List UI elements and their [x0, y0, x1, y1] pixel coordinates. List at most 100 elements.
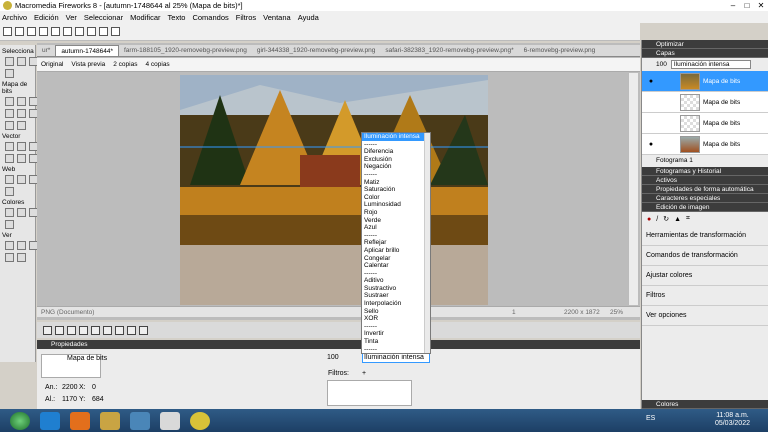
image-edit-item[interactable]: Filtros: [642, 286, 768, 306]
subselect-tool-icon[interactable]: [17, 57, 26, 66]
crop-tool-icon[interactable]: [5, 69, 14, 78]
height-field[interactable]: 1170: [62, 396, 77, 403]
document-tab[interactable]: farm-188105_1920-removebg-preview.png: [119, 45, 252, 56]
menu-item-0[interactable]: Archivo: [2, 13, 27, 22]
document-tab[interactable]: safari-382383_1920-removebg-preview.png*: [380, 45, 518, 56]
menu-item-9[interactable]: Ayuda: [298, 13, 319, 22]
menu-item-5[interactable]: Texto: [168, 13, 186, 22]
close-button[interactable]: ✕: [754, 0, 768, 11]
blend-option[interactable]: Aditivo: [362, 277, 430, 285]
copy-icon[interactable]: [99, 27, 108, 36]
marquee-tool-icon[interactable]: [5, 97, 14, 106]
props-opacity-input[interactable]: 100: [327, 354, 339, 361]
brush-icon[interactable]: /: [656, 216, 658, 223]
menu-item-7[interactable]: Filtros: [236, 13, 256, 22]
print-icon[interactable]: [51, 27, 60, 36]
pointer-tool-icon[interactable]: [5, 57, 14, 66]
blend-option[interactable]: XOR: [362, 315, 430, 323]
zoom-level[interactable]: 25%: [610, 309, 623, 316]
minimize-button[interactable]: –: [726, 0, 740, 11]
document-canvas[interactable]: [180, 75, 488, 305]
canvas-vertical-scrollbar[interactable]: [628, 73, 638, 305]
blend-option[interactable]: ------: [362, 346, 430, 353]
blend-option[interactable]: Negación: [362, 163, 430, 171]
layer-row[interactable]: ● Mapa de bits: [642, 71, 768, 92]
layers-blend-select[interactable]: Iluminación intensa: [670, 60, 751, 69]
special-characters-header[interactable]: Caracteres especiales: [642, 194, 768, 203]
view-2up-button[interactable]: 2 copias: [113, 61, 137, 68]
maximize-button[interactable]: □: [740, 0, 754, 11]
blend-option[interactable]: Sustraer: [362, 292, 430, 300]
rotate-icon[interactable]: [127, 325, 136, 335]
document-tab[interactable]: ur*: [37, 45, 55, 56]
cut-icon[interactable]: [87, 27, 96, 36]
text-tool-icon[interactable]: [5, 154, 14, 163]
send-back-icon[interactable]: [103, 325, 112, 335]
stamp-icon[interactable]: ▲: [674, 216, 681, 223]
blend-option[interactable]: Diferencia: [362, 148, 430, 156]
blend-option[interactable]: Interpolación: [362, 300, 430, 308]
blend-option[interactable]: Invertir: [362, 330, 430, 338]
blend-option[interactable]: Rojo: [362, 209, 430, 217]
new-icon[interactable]: [3, 27, 12, 36]
eye-icon[interactable]: ●: [642, 141, 660, 148]
view-original-button[interactable]: Original: [41, 61, 63, 68]
group-icon[interactable]: [43, 325, 52, 335]
ungroup-icon[interactable]: [55, 325, 64, 335]
blend-option[interactable]: Luminosidad: [362, 201, 430, 209]
slice-tool-icon[interactable]: [17, 175, 26, 184]
menu-item-1[interactable]: Edición: [34, 13, 59, 22]
y-field[interactable]: 684: [92, 396, 104, 403]
blur-tool-icon[interactable]: [5, 121, 14, 130]
optimize-panel-header[interactable]: Optimizar: [642, 40, 768, 49]
fireworks-taskbar-icon[interactable]: [190, 411, 210, 430]
blend-option[interactable]: Verde: [362, 217, 430, 225]
document-tab[interactable]: girl-344338_1920-removebg-preview.png: [252, 45, 381, 56]
explorer-icon[interactable]: [100, 411, 120, 430]
blend-option[interactable]: ------: [362, 141, 430, 149]
frames-history-header[interactable]: Fotogramas y Historial: [642, 167, 768, 176]
eyedropper-tool-icon[interactable]: [5, 208, 14, 217]
blend-option[interactable]: ------: [362, 323, 430, 331]
blend-option[interactable]: Congelar: [362, 255, 430, 263]
image-editing-header[interactable]: Edición de imagen: [642, 203, 768, 212]
assets-header[interactable]: Activos: [642, 176, 768, 185]
lasso-tool-icon[interactable]: [17, 97, 26, 106]
blend-option[interactable]: Tinta: [362, 338, 430, 346]
filters-list[interactable]: [327, 380, 412, 406]
split-icon[interactable]: [79, 325, 88, 335]
width-field[interactable]: 2200: [62, 384, 78, 391]
menu-item-8[interactable]: Ventana: [263, 13, 291, 22]
blend-option[interactable]: ------: [362, 270, 430, 278]
join-icon[interactable]: [67, 325, 76, 335]
blend-option[interactable]: ------: [362, 232, 430, 240]
image-edit-item[interactable]: Herramientas de transformación: [642, 226, 768, 246]
view-preview-button[interactable]: Vista previa: [71, 61, 105, 68]
layer-row[interactable]: Mapa de bits: [642, 92, 768, 113]
blend-option[interactable]: Sustractivo: [362, 285, 430, 293]
props-blend-select[interactable]: Iluminación intensa: [362, 353, 430, 363]
menu-item-3[interactable]: Seleccionar: [84, 13, 123, 22]
x-field[interactable]: 0: [92, 384, 96, 391]
redo-icon[interactable]: [75, 27, 84, 36]
dropdown-scrollbar[interactable]: [424, 133, 430, 353]
add-filter-icon[interactable]: +: [362, 370, 366, 377]
document-window-icon[interactable]: [160, 411, 180, 430]
auto-shape-properties-header[interactable]: Propiedades de forma automática: [642, 185, 768, 194]
system-clock[interactable]: 11:08 a.m. 05/03/2022: [715, 412, 750, 428]
document-tab[interactable]: autumn-1748644*: [55, 45, 119, 56]
ie-icon[interactable]: [40, 411, 60, 430]
blend-option[interactable]: Reflejar: [362, 239, 430, 247]
start-button-icon[interactable]: [10, 411, 30, 430]
open-icon[interactable]: [15, 27, 24, 36]
view-4up-button[interactable]: 4 copias: [145, 61, 169, 68]
hotspot-tool-icon[interactable]: [5, 175, 14, 184]
image-edit-item[interactable]: Comandos de transformación: [642, 246, 768, 266]
zoom-tool-icon[interactable]: [17, 253, 26, 262]
flip-icon[interactable]: [139, 325, 148, 335]
layer-row[interactable]: ● Mapa de bits: [642, 134, 768, 155]
blend-option[interactable]: ------: [362, 171, 430, 179]
red-eye-icon[interactable]: ●: [647, 216, 651, 223]
show-slices-icon[interactable]: [5, 187, 14, 196]
menu-item-4[interactable]: Modificar: [130, 13, 160, 22]
